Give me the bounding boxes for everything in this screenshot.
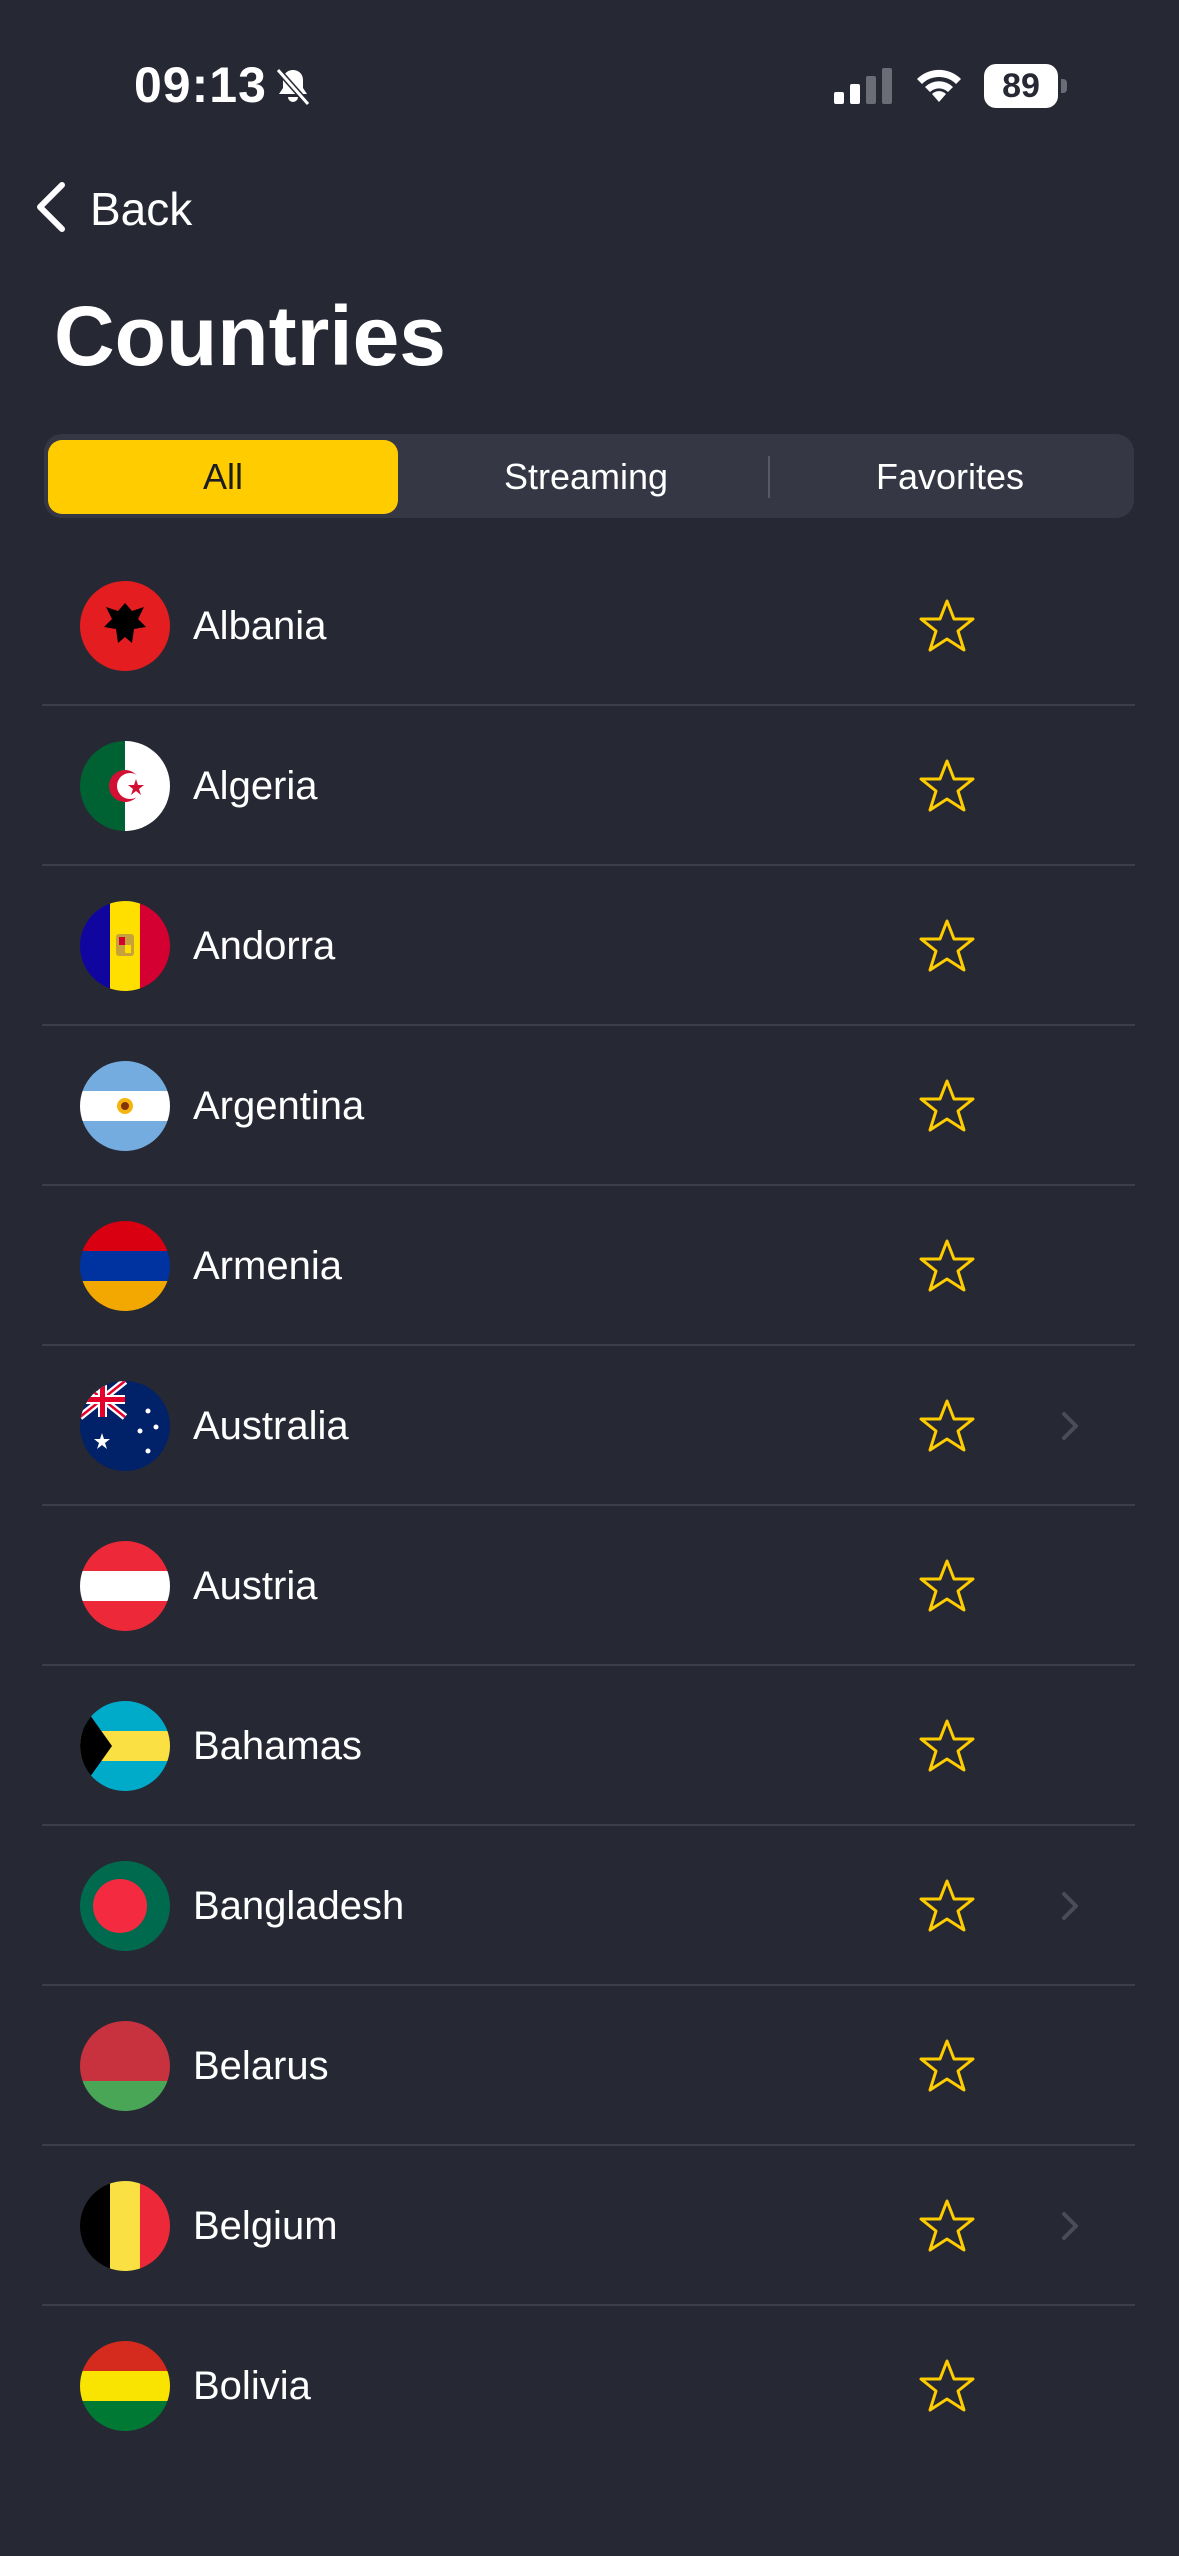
country-name: Bahamas [193, 1724, 362, 1768]
tab-favorites[interactable]: Favorites [772, 440, 1128, 514]
bangladesh-flag-icon [80, 1861, 170, 1951]
segment-divider [768, 456, 770, 498]
country-row-belarus[interactable]: Belarus [0, 1986, 1179, 2146]
favorite-star-icon[interactable] [918, 918, 976, 974]
country-row-andorra[interactable]: Andorra [0, 866, 1179, 1026]
battery-icon: 89 [984, 64, 1068, 108]
country-list: Albania Algeria Andorra Argentina Armeni… [0, 546, 1179, 2466]
country-name: Bangladesh [193, 1884, 405, 1928]
wifi-icon [912, 62, 966, 106]
country-row-albania[interactable]: Albania [0, 546, 1179, 706]
favorite-star-icon[interactable] [918, 2358, 976, 2414]
back-label: Back [90, 183, 193, 235]
chevron-left-icon [30, 179, 70, 240]
country-name: Australia [193, 1404, 349, 1448]
favorite-star-icon[interactable] [918, 1078, 976, 1134]
country-row-bangladesh[interactable]: Bangladesh [0, 1826, 1179, 1986]
filter-segmented-control: All Streaming Favorites [44, 434, 1134, 518]
australia-flag-icon [80, 1381, 170, 1471]
favorite-star-icon[interactable] [918, 2198, 976, 2254]
country-row-australia[interactable]: Australia [0, 1346, 1179, 1506]
country-row-belgium[interactable]: Belgium [0, 2146, 1179, 2306]
bolivia-flag-icon [80, 2341, 170, 2431]
country-name: Algeria [193, 764, 318, 808]
favorite-star-icon[interactable] [918, 1238, 976, 1294]
austria-flag-icon [80, 1541, 170, 1631]
page-title: Countries [54, 289, 447, 383]
status-bar: 09:13 89 [0, 0, 1179, 170]
country-name: Bolivia [193, 2364, 311, 2408]
favorite-star-icon[interactable] [918, 1718, 976, 1774]
country-name: Belarus [193, 2044, 329, 2088]
battery-level: 89 [984, 64, 1058, 108]
chevron-right-icon[interactable] [1058, 1888, 1082, 1924]
favorite-star-icon[interactable] [918, 1878, 976, 1934]
argentina-flag-icon [80, 1061, 170, 1151]
country-row-bolivia[interactable]: Bolivia [0, 2306, 1179, 2466]
bahamas-flag-icon [80, 1701, 170, 1791]
andorra-flag-icon [80, 901, 170, 991]
country-row-bahamas[interactable]: Bahamas [0, 1666, 1179, 1826]
cellular-signal-icon [834, 66, 894, 106]
country-row-algeria[interactable]: Algeria [0, 706, 1179, 866]
country-name: Austria [193, 1564, 318, 1608]
country-row-argentina[interactable]: Argentina [0, 1026, 1179, 1186]
back-button[interactable]: Back [30, 176, 192, 242]
favorite-star-icon[interactable] [918, 598, 976, 654]
belgium-flag-icon [80, 2181, 170, 2271]
tab-all[interactable]: All [48, 440, 398, 514]
country-name: Belgium [193, 2204, 338, 2248]
tab-streaming[interactable]: Streaming [408, 440, 764, 514]
favorite-star-icon[interactable] [918, 1558, 976, 1614]
chevron-right-icon[interactable] [1058, 1408, 1082, 1444]
country-row-austria[interactable]: Austria [0, 1506, 1179, 1666]
favorite-star-icon[interactable] [918, 758, 976, 814]
country-name: Armenia [193, 1244, 342, 1288]
belarus-flag-icon [80, 2021, 170, 2111]
chevron-right-icon[interactable] [1058, 2208, 1082, 2244]
favorite-star-icon[interactable] [918, 2038, 976, 2094]
country-name: Albania [193, 604, 327, 648]
battery-tip [1061, 79, 1067, 93]
bell-muted-icon [272, 66, 314, 108]
status-time: 09:13 [134, 57, 267, 113]
favorite-star-icon[interactable] [918, 1398, 976, 1454]
country-name: Argentina [193, 1084, 365, 1128]
country-row-armenia[interactable]: Armenia [0, 1186, 1179, 1346]
algeria-flag-icon [80, 741, 170, 831]
country-name: Andorra [193, 924, 336, 968]
albania-flag-icon [80, 581, 170, 671]
armenia-flag-icon [80, 1221, 170, 1311]
